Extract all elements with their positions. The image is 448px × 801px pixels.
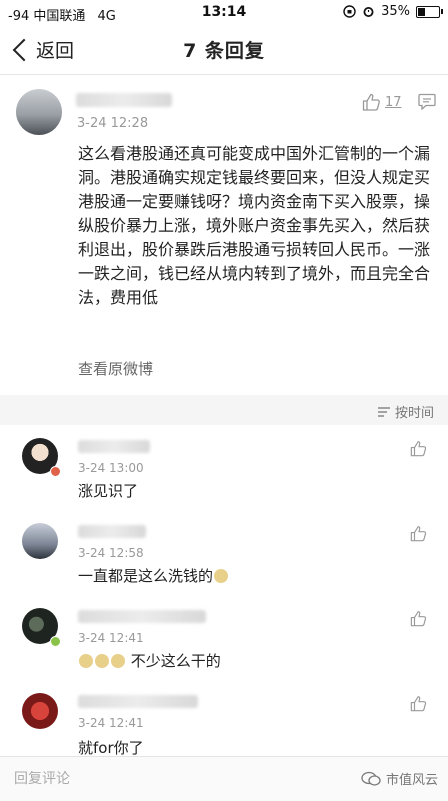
avatar[interactable] xyxy=(16,89,62,135)
like-button[interactable] xyxy=(410,440,428,461)
comment-text-content: 一直都是这么洗钱的 xyxy=(78,567,214,585)
reply-bar: 市值风云 xyxy=(0,756,448,801)
comment-text: 不少这么干的 xyxy=(78,650,221,671)
avatar[interactable] xyxy=(22,523,58,559)
user-badge-icon xyxy=(50,636,61,647)
thumbs-up-icon xyxy=(410,441,427,457)
username-blurred[interactable] xyxy=(78,695,198,708)
comment-timestamp: 3-24 12:41 xyxy=(78,631,144,645)
battery-fill xyxy=(418,7,425,16)
list-item: 3-24 12:58 一直都是这么洗钱的 xyxy=(0,515,448,595)
emoji-icon xyxy=(214,569,229,583)
like-button[interactable]: 17 xyxy=(362,93,402,111)
view-original-link[interactable]: 查看原微博 xyxy=(78,358,153,379)
alarm-icon xyxy=(363,7,374,17)
avatar[interactable] xyxy=(22,693,58,729)
like-button[interactable] xyxy=(410,695,428,716)
rotation-lock-icon xyxy=(343,5,356,18)
comment-text-content: 不少这么干的 xyxy=(130,652,221,670)
user-badge-icon xyxy=(50,466,61,477)
original-comment: 3-24 12:28 17 这么看港股通还真可能变成中国外汇管制的一个漏洞。港股… xyxy=(0,75,448,395)
status-bar: -94 中国联通 4G 13:14 35% xyxy=(0,0,448,26)
page-title: 7 条回复 xyxy=(183,40,265,62)
thumbs-up-icon xyxy=(410,696,427,712)
sort-label: 按时间 xyxy=(394,406,434,421)
wechat-icon xyxy=(361,771,381,786)
reply-button[interactable] xyxy=(418,93,436,114)
username-blurred[interactable] xyxy=(78,440,150,453)
emoji-icon xyxy=(79,654,93,668)
post-body: 这么看港股通还真可能变成中国外汇管制的一个漏洞。港股通确实规定钱最终要回来，但没… xyxy=(78,144,431,307)
comment-text: 一直都是这么洗钱的 xyxy=(78,565,229,586)
battery-percent: 35% xyxy=(381,4,410,19)
comment-timestamp: 3-24 13:00 xyxy=(78,461,144,475)
thumbs-up-icon xyxy=(410,611,427,627)
list-item: 3-24 12:41 不少这么干的 xyxy=(0,600,448,680)
list-item: 3-24 12:41 就for你了 xyxy=(0,685,448,756)
status-right: 35% xyxy=(343,4,443,19)
watermark: 市值风云 xyxy=(361,769,438,788)
nav-bar: 返回 7 条回复 xyxy=(0,26,448,75)
battery-icon xyxy=(416,5,443,18)
comment-text: 涨见识了 xyxy=(78,482,139,500)
username-blurred[interactable] xyxy=(78,525,146,538)
like-count: 17 xyxy=(385,94,402,110)
sort-icon xyxy=(377,406,390,417)
thumbs-up-icon xyxy=(362,93,380,111)
comment-text: 就for你了 xyxy=(78,739,144,756)
post-timestamp: 3-24 12:28 xyxy=(77,116,149,131)
comment-timestamp: 3-24 12:41 xyxy=(78,716,144,730)
reply-input[interactable] xyxy=(12,763,316,795)
username-blurred[interactable] xyxy=(78,610,206,623)
emoji-icon xyxy=(111,654,125,668)
sort-toggle[interactable]: 按时间 xyxy=(377,402,434,421)
thumbs-up-icon xyxy=(410,526,427,542)
comment-timestamp: 3-24 12:58 xyxy=(78,546,144,560)
emoji-icon xyxy=(95,654,109,668)
like-button[interactable] xyxy=(410,525,428,546)
watermark-text: 市值风云 xyxy=(385,773,438,788)
list-item: 3-24 13:00 涨见识了 xyxy=(0,430,448,510)
like-button[interactable] xyxy=(410,610,428,631)
username-blurred[interactable] xyxy=(76,93,172,107)
comment-icon xyxy=(418,93,436,111)
